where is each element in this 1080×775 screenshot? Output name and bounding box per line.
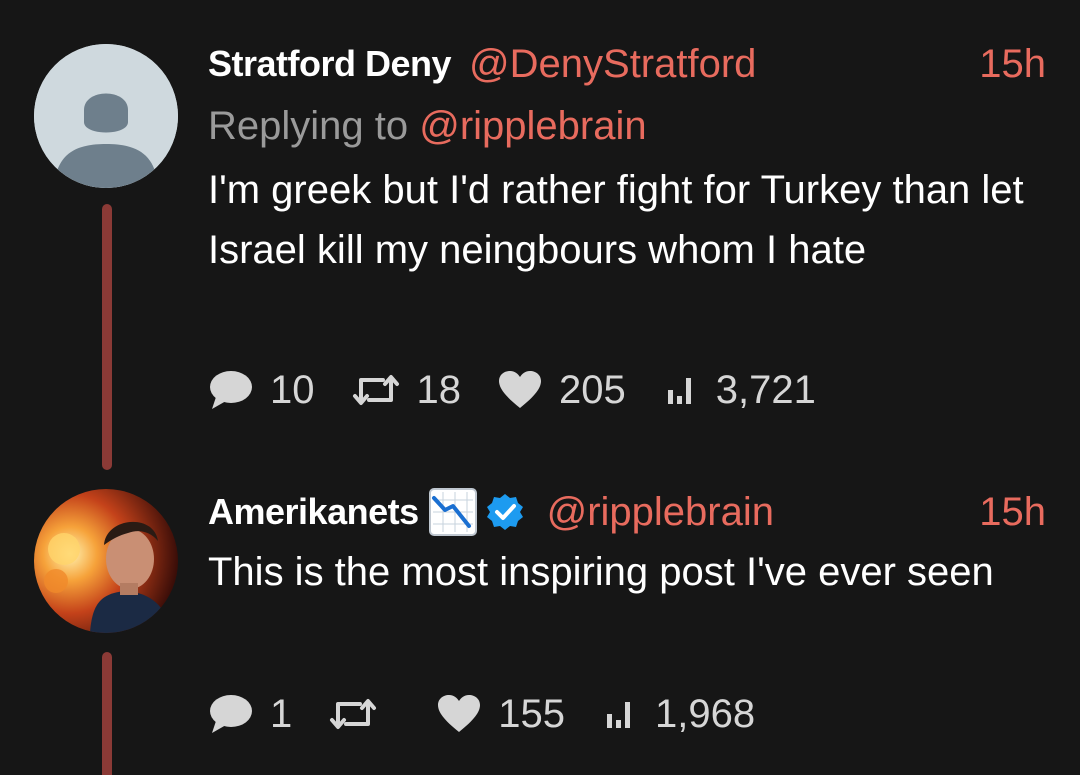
user-handle[interactable]: @ripplebrain bbox=[547, 490, 774, 535]
tweet-thread: Stratford Deny @DenyStratford 15h Replyi… bbox=[0, 0, 1080, 775]
timestamp[interactable]: 15h bbox=[979, 42, 1046, 87]
heart-icon bbox=[436, 694, 482, 734]
profile-photo bbox=[34, 489, 178, 633]
view-count: 3,721 bbox=[715, 367, 816, 412]
views-icon bbox=[666, 374, 700, 406]
timestamp[interactable]: 15h bbox=[979, 490, 1046, 535]
reply-button[interactable]: 1 bbox=[208, 688, 292, 740]
tweet-actions: 10 18 205 3,721 bbox=[208, 364, 816, 416]
replying-to-mention[interactable]: @ripplebrain bbox=[419, 104, 646, 148]
reply-icon bbox=[208, 369, 254, 411]
thread-line bbox=[102, 652, 112, 775]
view-count: 1,968 bbox=[655, 691, 756, 736]
heart-icon bbox=[497, 370, 543, 410]
avatar[interactable] bbox=[34, 44, 178, 188]
thread-line bbox=[102, 204, 112, 470]
replying-to-label: Replying to bbox=[208, 104, 420, 148]
views-icon bbox=[605, 698, 639, 730]
tweet-content: Amerikanets @ripplebrain 15h This is the… bbox=[208, 486, 1046, 602]
retweet-count: 18 bbox=[416, 367, 462, 412]
user-handle[interactable]: @DenyStratford bbox=[469, 42, 756, 87]
display-name[interactable]: Amerikanets bbox=[208, 491, 419, 533]
tweet-header: Stratford Deny @DenyStratford 15h bbox=[208, 38, 1046, 90]
like-button[interactable]: 205 bbox=[497, 364, 626, 416]
retweet-icon bbox=[351, 372, 401, 408]
reply-count: 10 bbox=[270, 367, 315, 412]
like-button[interactable]: 155 bbox=[436, 688, 565, 740]
tweet-actions: 1 155 1,968 bbox=[208, 688, 755, 740]
tweet-content: Stratford Deny @DenyStratford 15h Replyi… bbox=[208, 38, 1046, 280]
views-button[interactable]: 3,721 bbox=[666, 364, 816, 416]
reply-button[interactable]: 10 bbox=[208, 364, 315, 416]
tweet[interactable]: Stratford Deny @DenyStratford 15h Replyi… bbox=[0, 0, 1080, 470]
reply-count: 1 bbox=[270, 691, 293, 736]
tweet-header: Amerikanets @ripplebrain 15h bbox=[208, 486, 1046, 538]
replying-to: Replying to @ripplebrain bbox=[208, 98, 1046, 154]
retweet-button[interactable] bbox=[328, 688, 394, 740]
like-count: 155 bbox=[498, 691, 565, 736]
display-name[interactable]: Stratford Deny bbox=[208, 43, 452, 85]
avatar[interactable] bbox=[34, 489, 178, 633]
tweet-text: I'm greek but I'd rather fight for Turke… bbox=[208, 168, 1024, 272]
reply-icon bbox=[208, 693, 254, 735]
tweet[interactable]: Amerikanets @ripplebrain 15h This is the… bbox=[0, 470, 1080, 775]
retweet-icon bbox=[328, 696, 378, 732]
tweet-text: This is the most inspiring post I've eve… bbox=[208, 550, 994, 594]
like-count: 205 bbox=[559, 367, 626, 412]
verified-badge-icon bbox=[485, 492, 525, 532]
default-avatar-icon bbox=[34, 44, 178, 188]
retweet-button[interactable]: 18 bbox=[351, 364, 462, 416]
views-button[interactable]: 1,968 bbox=[605, 688, 755, 740]
chart-decreasing-icon bbox=[428, 488, 477, 536]
